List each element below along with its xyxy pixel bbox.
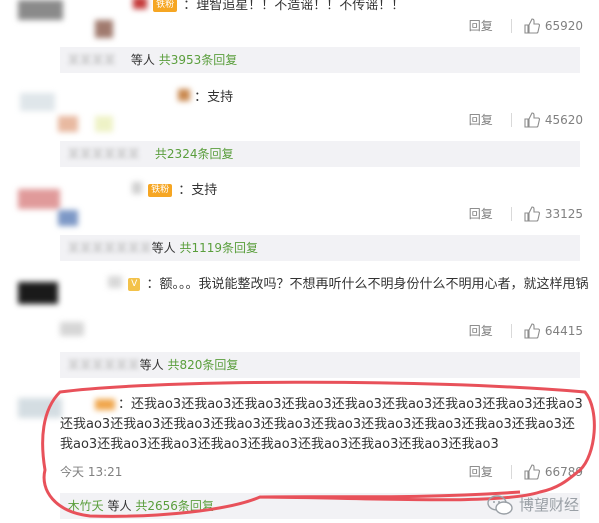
like-count: 66789 [544,464,583,479]
view-replies-link[interactable]: 共2324条回复 [155,147,234,161]
comment-text: V ：额。。。我说能整改吗？不想再听什么不明身份什么不明用心者，就这样甩锅 [108,276,588,294]
comment-actions: 回复 33125 [469,205,583,222]
watermark-text: 博望财经 [518,496,579,514]
divider [510,323,512,338]
watermark: 博望财经 [487,494,579,515]
comment-text: ：支持 [178,89,233,107]
view-replies-link[interactable]: 共1119条回复 [180,241,259,255]
like-button[interactable]: 33125 [524,205,583,222]
view-replies-link[interactable]: 共820条回复 [168,358,239,372]
avatar [58,116,78,132]
timestamp-blurred [60,322,84,336]
divider [510,112,512,127]
reply-names: 某某某某 [67,53,131,67]
reply-name-suffix: 等人 [139,358,164,372]
user-badge-icon: V [128,278,141,291]
comment-text: 铁粉 ：理智追星！！不造谣！！不传谣！！ [133,0,404,15]
reply-button[interactable]: 回复 [469,322,493,339]
user-name-blurred [108,276,122,288]
fan-badge: 铁粉 [148,184,173,197]
comment-text: ：还我ao3还我ao3还我ao3还我ao3还我ao3还我ao3还我ao3还我ao… [60,395,585,455]
reply-user-name[interactable]: 木竹夭 [68,499,104,513]
comment-text-body: ：支持 [178,183,218,198]
reply-name-suffix: 等人 [130,53,155,67]
thumbs-up-icon [524,322,540,339]
comment-actions: 回复 65920 [469,17,583,34]
avatar[interactable] [20,93,55,111]
comment-actions: 回复 64415 [469,322,583,339]
like-count: 64415 [544,323,583,338]
avatar[interactable] [18,0,63,20]
divider [510,18,512,33]
avatar[interactable] [18,282,58,304]
reply-summary-bar: 某某某某 等人 共3953条回复 [60,47,580,73]
comment-actions: 回复 66789 [469,463,583,480]
reply-names: 某某某某某某 [67,147,152,161]
like-count: 33125 [544,206,583,221]
comment-text-body: ：支持 [194,90,234,105]
like-count: 65920 [544,18,583,33]
thumbs-up-icon [524,463,540,480]
reply-button[interactable]: 回复 [469,111,493,128]
view-replies-link[interactable]: 共3953条回复 [159,53,238,67]
like-button[interactable]: 45620 [524,111,583,128]
reply-summary-bar: 某某某某某某某等人 共1119条回复 [60,235,580,261]
avatar [95,116,113,132]
like-button[interactable]: 64415 [524,322,583,339]
user-avatar-small [178,89,190,101]
reply-name-suffix: 等人 [151,241,176,255]
avatar[interactable] [18,189,60,209]
reply-button[interactable]: 回复 [469,205,493,222]
divider [510,206,512,221]
avatar [95,20,113,38]
divider [510,464,512,479]
comment-text-body: ：理智追星！！不造谣！！不传谣！！ [183,0,405,13]
thumbs-up-icon [524,17,540,34]
reply-button[interactable]: 回复 [469,17,493,34]
thumbs-up-icon [524,205,540,222]
comment-actions: 回复 45620 [469,111,583,128]
fan-badge: 铁粉 [153,0,178,12]
like-button[interactable]: 66789 [524,463,583,480]
avatar [58,210,78,226]
user-avatar-small [133,0,147,9]
reply-button[interactable]: 回复 [469,463,493,480]
reply-names: 某某某某某某某 [67,241,152,255]
reply-names: 某某某某某某 [67,358,140,372]
reply-summary-bar: 某某某某某某 共2324条回复 [60,141,580,167]
thumbs-up-icon [524,111,540,128]
wechat-icon [487,494,513,515]
avatar[interactable] [18,398,62,418]
comment-text-body: ：额。。。我说能整改吗？不想再听什么不明身份什么不明用心者，就这样甩锅 [146,277,589,292]
reply-name-suffix: 等人 [107,499,132,513]
comment-text: 铁粉 ：支持 [132,182,217,200]
like-button[interactable]: 65920 [524,17,583,34]
view-replies-link[interactable]: 共2656条回复 [135,499,214,513]
like-count: 45620 [544,112,583,127]
comment-timestamp: 今天 13:21 [60,465,123,479]
user-avatar-small [132,182,142,194]
comment-text-body: ：还我ao3还我ao3还我ao3还我ao3还我ao3还我ao3还我ao3还我ao… [60,397,583,452]
reply-summary-bar: 某某某某某某等人 共820条回复 [60,352,580,378]
